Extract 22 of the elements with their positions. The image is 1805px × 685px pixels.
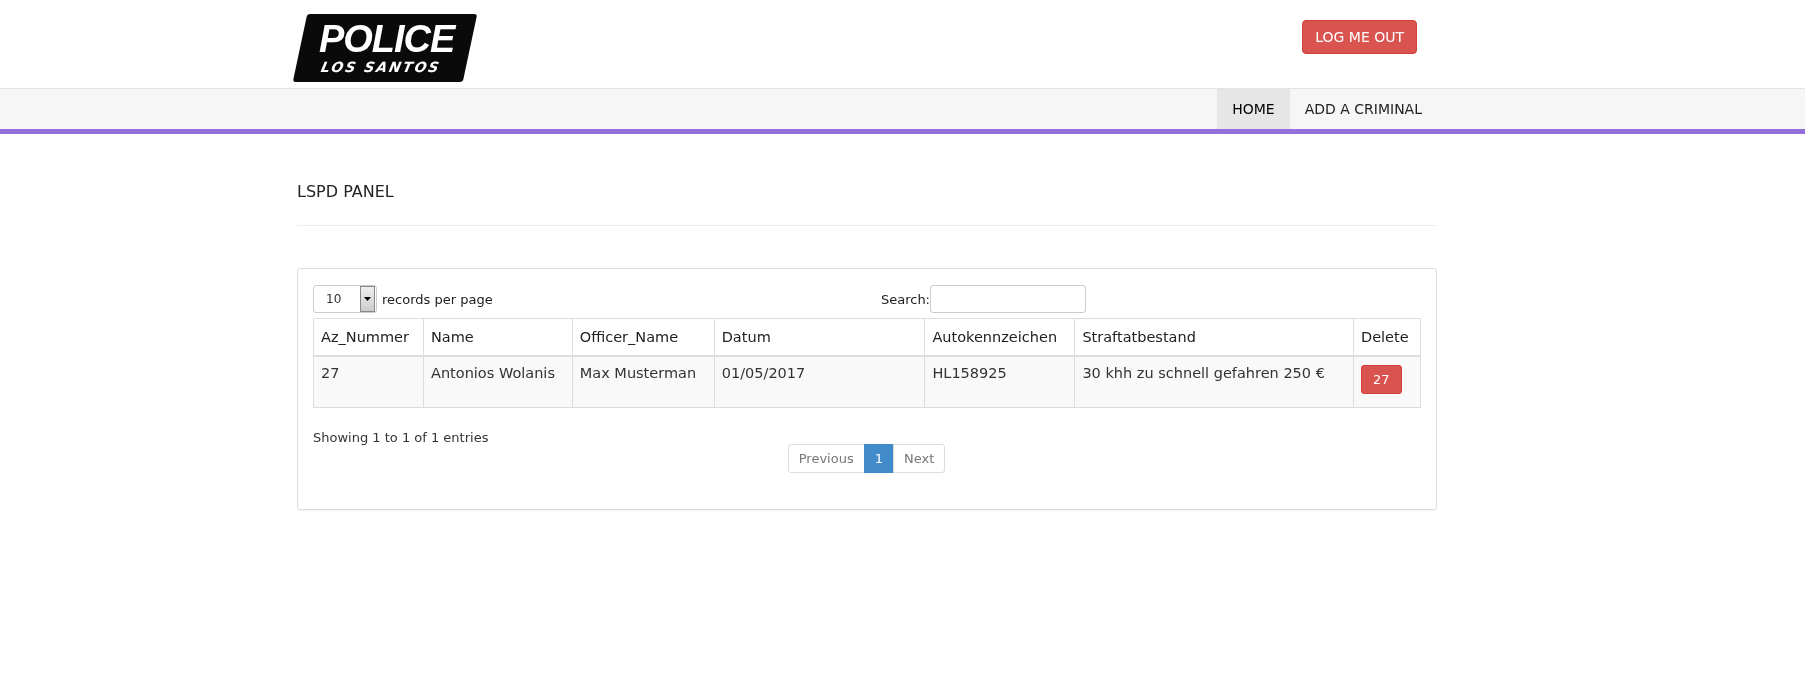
page-title: LSPD PANEL xyxy=(297,134,1437,226)
nav-link[interactable]: ADD A CRIMINAL xyxy=(1289,89,1437,129)
pagination-link[interactable]: Previous xyxy=(787,444,865,473)
table-cell: Max Musterman xyxy=(572,356,715,408)
page-size-select[interactable]: 10 xyxy=(313,285,377,313)
records-per-page-label: records per page xyxy=(382,291,493,307)
search-field[interactable] xyxy=(930,285,1086,313)
table-cell: Antonios Wolanis xyxy=(423,356,573,408)
pagination-link[interactable]: Next xyxy=(892,444,946,473)
entries-info: Showing 1 to 1 of 1 entries xyxy=(313,430,490,445)
table-cell: 30 khh zu schnell gefahren 250 € xyxy=(1074,356,1354,408)
nav-link[interactable]: HOME xyxy=(1217,89,1290,129)
search-label: Search: xyxy=(880,291,930,307)
logo-subtitle: LOS SANTOS xyxy=(319,58,443,76)
table-cell: 01/05/2017 xyxy=(714,356,925,408)
table-cell: HL158925 xyxy=(924,356,1075,408)
table-cell: 27 xyxy=(313,356,424,408)
logo-title: POLICE xyxy=(319,20,455,58)
caret-icon xyxy=(360,286,375,312)
logout-button[interactable]: LOG ME OUT xyxy=(1302,20,1417,54)
pagination-link[interactable]: 1 xyxy=(863,444,894,473)
delete-button[interactable]: 27 xyxy=(1360,365,1402,394)
